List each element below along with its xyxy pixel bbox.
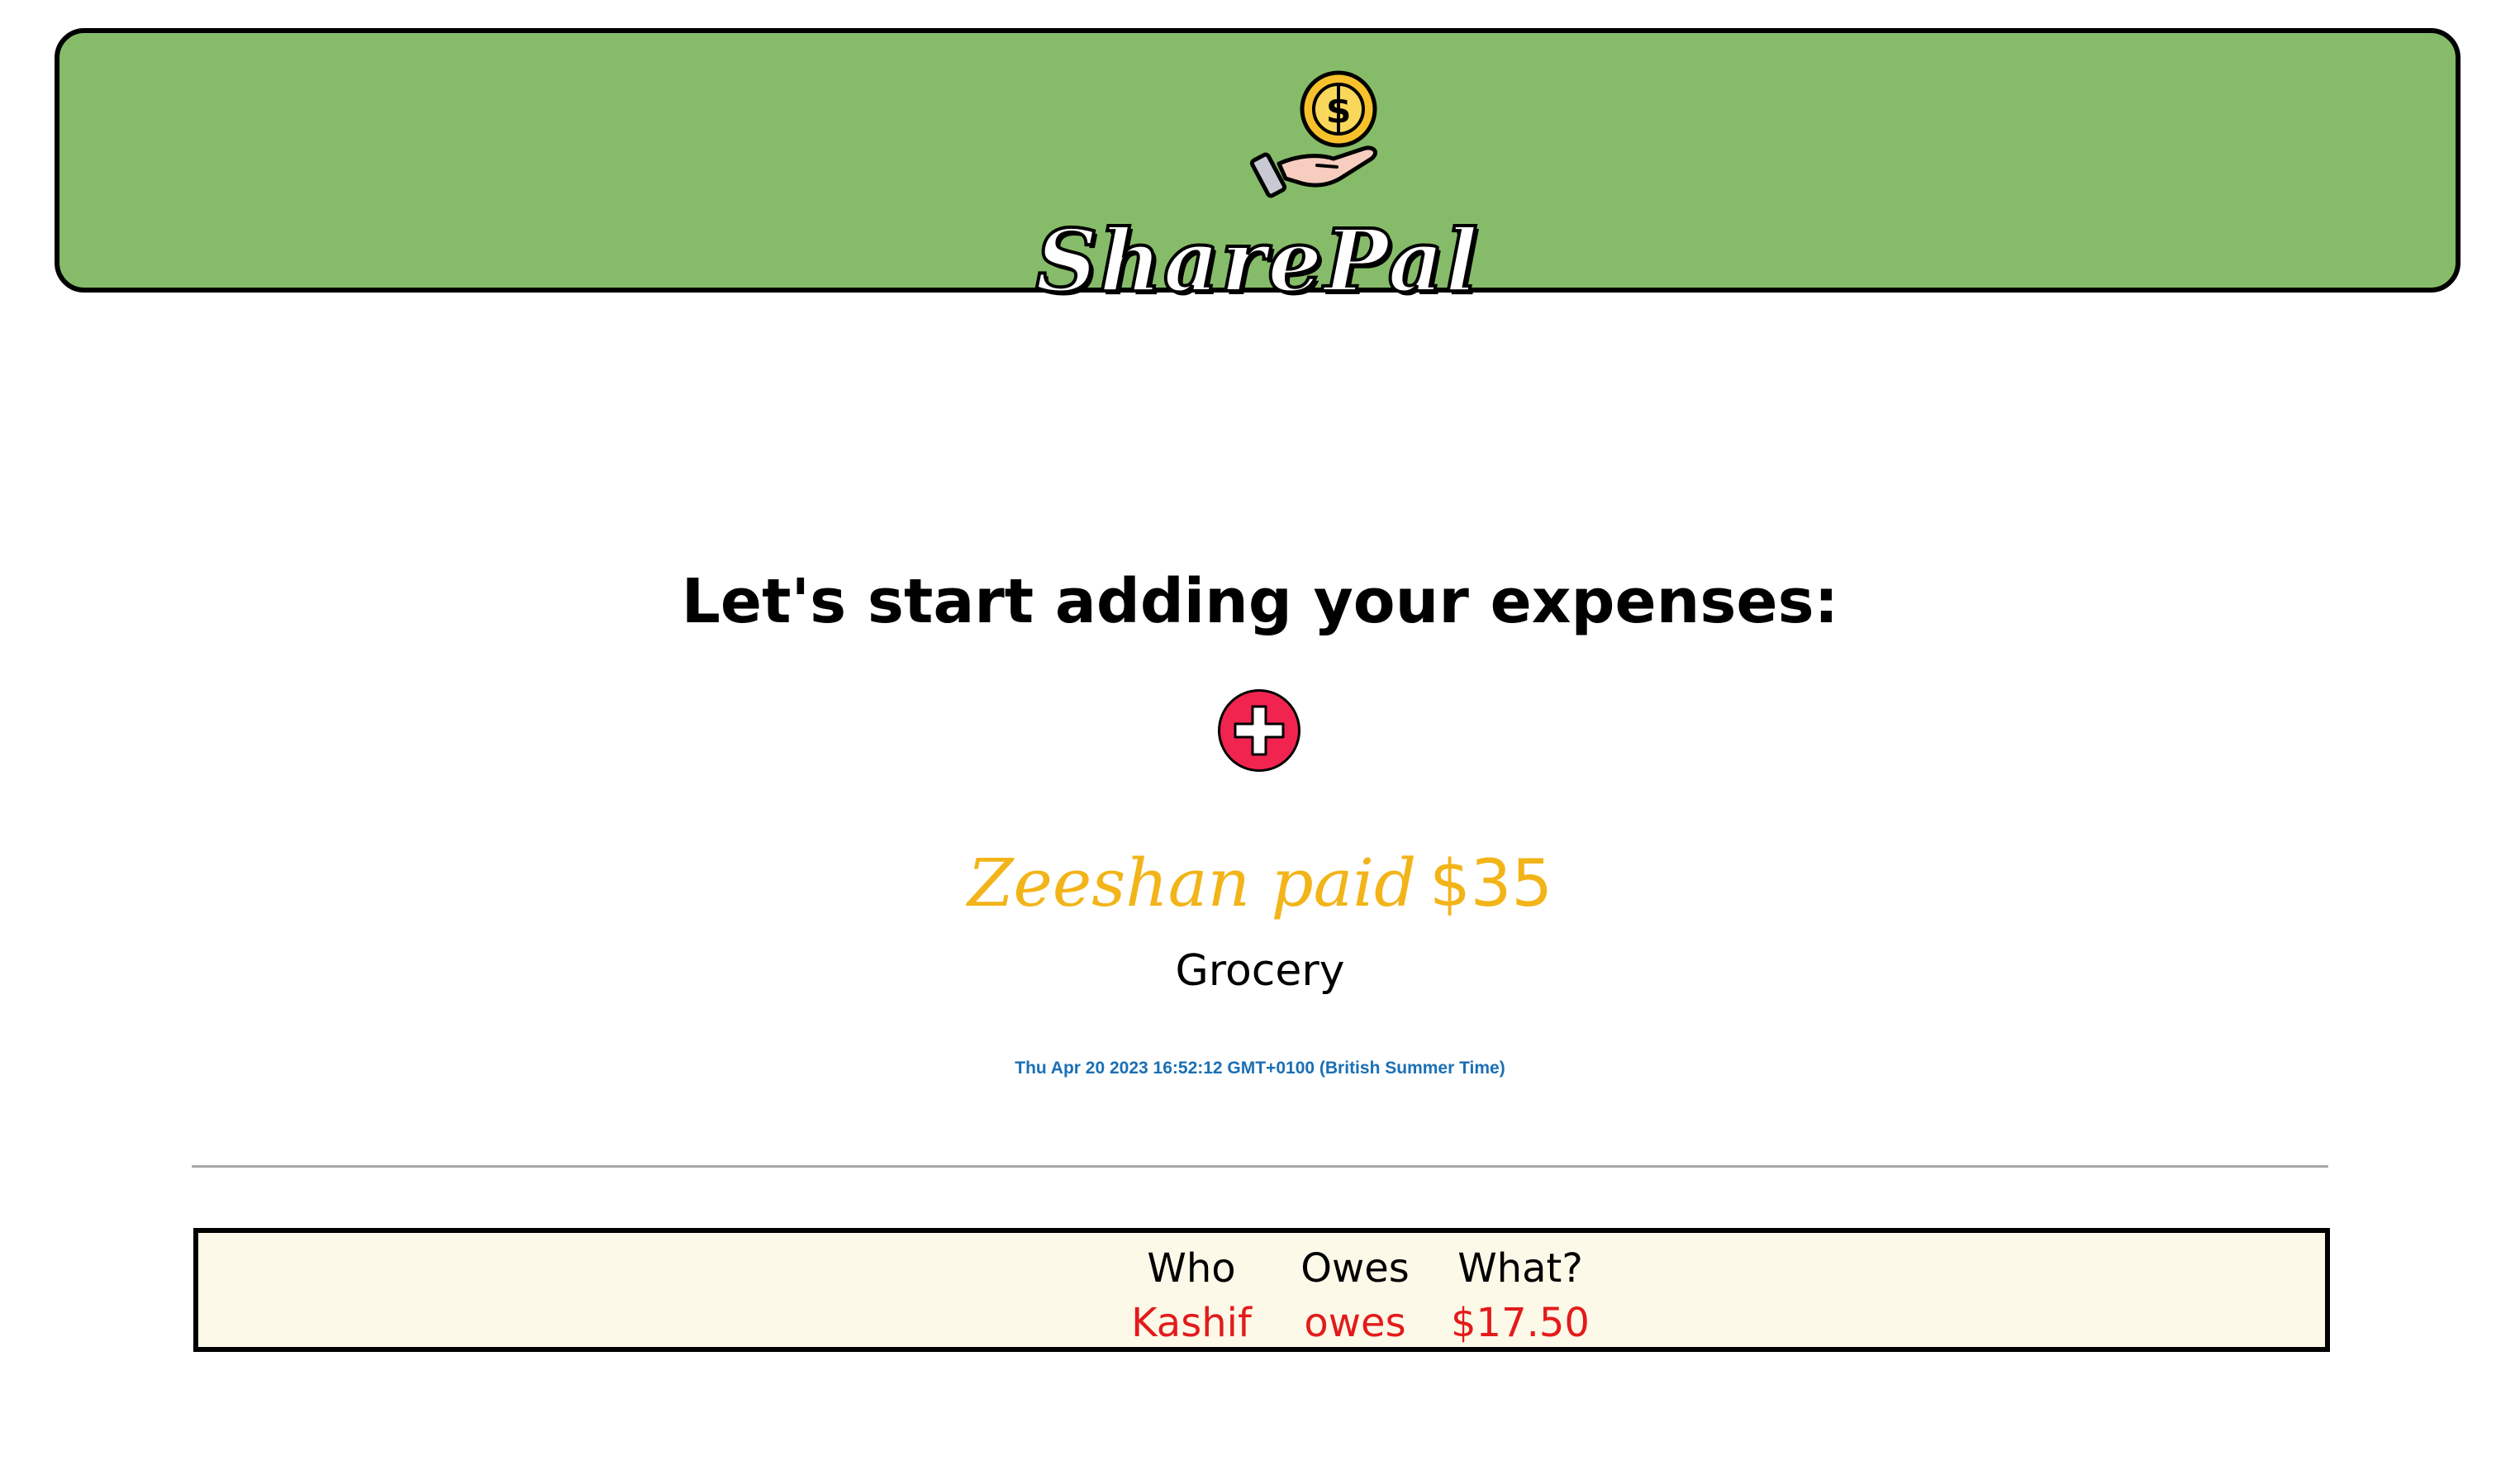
column-header-owes: Owes <box>1300 1245 1410 1292</box>
summary-table: Who Owes What? Kashif owes $17.50 <box>198 1241 2325 1350</box>
expense-amount: $35 <box>1429 847 1553 921</box>
owes-label: owes <box>1304 1300 1406 1346</box>
add-expense-button[interactable] <box>1218 689 1300 772</box>
balance-summary: Who Owes What? Kashif owes $17.50 <box>193 1228 2330 1352</box>
summary-header-row: Who Owes What? <box>198 1241 2325 1296</box>
expense-category: Grocery <box>1175 946 1345 996</box>
column-header-what: What? <box>1457 1245 1583 1292</box>
hand-coin-icon: $ <box>1248 66 1396 198</box>
page-heading: Let's start adding your expenses: <box>681 566 1839 637</box>
app-header: $ SharePal <box>55 28 2461 311</box>
debtor-name: Kashif <box>1131 1300 1252 1346</box>
plus-icon <box>1234 705 1285 756</box>
column-header-who: Who <box>1147 1245 1236 1292</box>
expense-timestamp: Thu Apr 20 2023 16:52:12 GMT+0100 (Briti… <box>1015 1059 1505 1078</box>
expense-paid-line: Zeeshan paid $35 <box>0 838 2520 930</box>
page: $ SharePal Let's start adding your expen… <box>0 0 2520 1461</box>
table-row: Kashif owes $17.50 <box>198 1296 2325 1350</box>
brand-title: SharePal <box>1034 210 1480 312</box>
section-divider <box>192 1165 2328 1168</box>
owed-amount: $17.50 <box>1451 1300 1590 1346</box>
expense-payer-text: Zeeshan paid <box>967 845 1417 921</box>
svg-text:$: $ <box>1326 89 1352 131</box>
